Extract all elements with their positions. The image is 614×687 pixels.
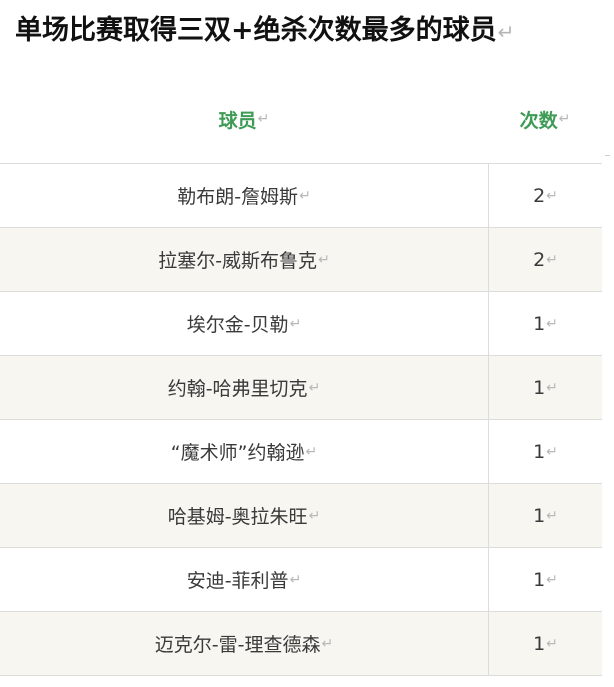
player-name: 埃尔金-贝勒	[186, 314, 289, 336]
table-row: “魔术师”约翰逊 ↵ 1 ↵	[0, 420, 602, 484]
count-cell: 1 ↵	[488, 612, 602, 675]
player-cell: 哈基姆-奥拉朱旺 ↵	[0, 484, 488, 547]
page-title: 单场比赛取得三双+绝杀次数最多的球员↵	[15, 8, 515, 47]
player-name: 哈基姆-奥拉朱旺	[167, 506, 308, 528]
count-value: 2	[533, 248, 546, 271]
player-name: 迈克尔-雷-理查德森	[154, 634, 321, 656]
column-header-count: 次数 ↵	[488, 75, 602, 163]
count-cell: 1 ↵	[488, 420, 602, 483]
paragraph-mark: ↵	[546, 315, 558, 332]
count-cell: 2 ↵	[488, 164, 602, 227]
paragraph-mark: ↵	[318, 251, 330, 268]
player-name: 安迪-菲利普	[186, 570, 289, 592]
player-cell: 约翰-哈弗里切克 ↵	[0, 356, 488, 419]
count-cell: 2 ↵	[488, 228, 602, 291]
paragraph-mark: ↵	[546, 507, 558, 524]
table-header: 球员 ↵ 次数 ↵	[0, 75, 614, 163]
table-row: 哈基姆-奥拉朱旺 ↵ 1 ↵	[0, 484, 602, 548]
count-cell: 1 ↵	[488, 484, 602, 547]
paragraph-mark: ↵	[497, 20, 515, 44]
player-name: 拉塞尔-威斯布鲁克	[158, 250, 318, 272]
paragraph-mark: ↵	[546, 251, 558, 268]
paragraph-mark: ↵	[305, 443, 318, 460]
paragraph-mark: ↵	[546, 571, 558, 588]
paragraph-mark: ↵	[257, 111, 270, 127]
count-cell: 1 ↵	[488, 292, 602, 355]
paragraph-mark: ↵	[308, 507, 321, 524]
table-row: 埃尔金-贝勒 ↵ 1 ↵	[0, 292, 602, 356]
player-cell: 勒布朗-詹姆斯 ↵	[0, 164, 488, 227]
paragraph-mark: ↵	[546, 635, 558, 652]
count-value: 1	[533, 312, 546, 335]
count-value: 1	[533, 632, 546, 655]
player-cell: “魔术师”约翰逊 ↵	[0, 420, 488, 483]
table-row: 安迪-菲利普 ↵ 1 ↵	[0, 548, 602, 612]
table-row: 迈克尔-雷-理查德森 ↵ 1 ↵	[0, 612, 602, 676]
column-header-player-label: 球员	[218, 109, 257, 132]
count-value: 2	[533, 184, 546, 207]
players-table: 勒布朗-詹姆斯 ↵ 2 ↵ 拉塞尔-威斯布鲁克 ↵ 2 ↵ 埃尔金-贝勒 ↵ 1 ↵ 约翰-…	[0, 163, 602, 676]
count-value: 1	[533, 440, 546, 463]
paragraph-mark: ↵	[546, 379, 558, 396]
count-value: 1	[533, 568, 546, 591]
paragraph-mark: ↵	[308, 379, 321, 396]
player-cell: 拉塞尔-威斯布鲁克 ↵	[0, 228, 488, 291]
column-header-count-label: 次数	[519, 109, 558, 132]
count-value: 1	[533, 376, 546, 399]
table-row: 拉塞尔-威斯布鲁克 ↵ 2 ↵	[0, 228, 602, 292]
player-name: 约翰-哈弗里切克	[167, 378, 308, 400]
page-title-text: 单场比赛取得三双+绝杀次数最多的球员	[15, 15, 497, 46]
paragraph-mark: ↵	[299, 187, 311, 204]
paragraph-mark: ↵	[289, 571, 302, 588]
column-header-player: 球员 ↵	[0, 75, 488, 163]
count-cell: 1 ↵	[488, 548, 602, 611]
paragraph-mark: ↵	[546, 187, 558, 204]
table-row: 勒布朗-詹姆斯 ↵ 2 ↵	[0, 164, 602, 228]
count-value: 1	[533, 504, 546, 527]
paragraph-mark: ↵	[321, 635, 334, 652]
paragraph-mark: ↵	[546, 443, 558, 460]
paragraph-mark: ↵	[289, 315, 302, 332]
player-name: “魔术师”约翰逊	[170, 442, 305, 464]
player-cell: 安迪-菲利普 ↵	[0, 548, 488, 611]
player-name: 勒布朗-詹姆斯	[177, 186, 299, 208]
player-cell: 迈克尔-雷-理查德森 ↵	[0, 612, 488, 675]
paragraph-mark: ↵	[558, 111, 571, 127]
table-row: 约翰-哈弗里切克 ↵ 1 ↵	[0, 356, 602, 420]
table-end-mark	[605, 155, 610, 156]
player-cell: 埃尔金-贝勒 ↵	[0, 292, 488, 355]
count-cell: 1 ↵	[488, 356, 602, 419]
